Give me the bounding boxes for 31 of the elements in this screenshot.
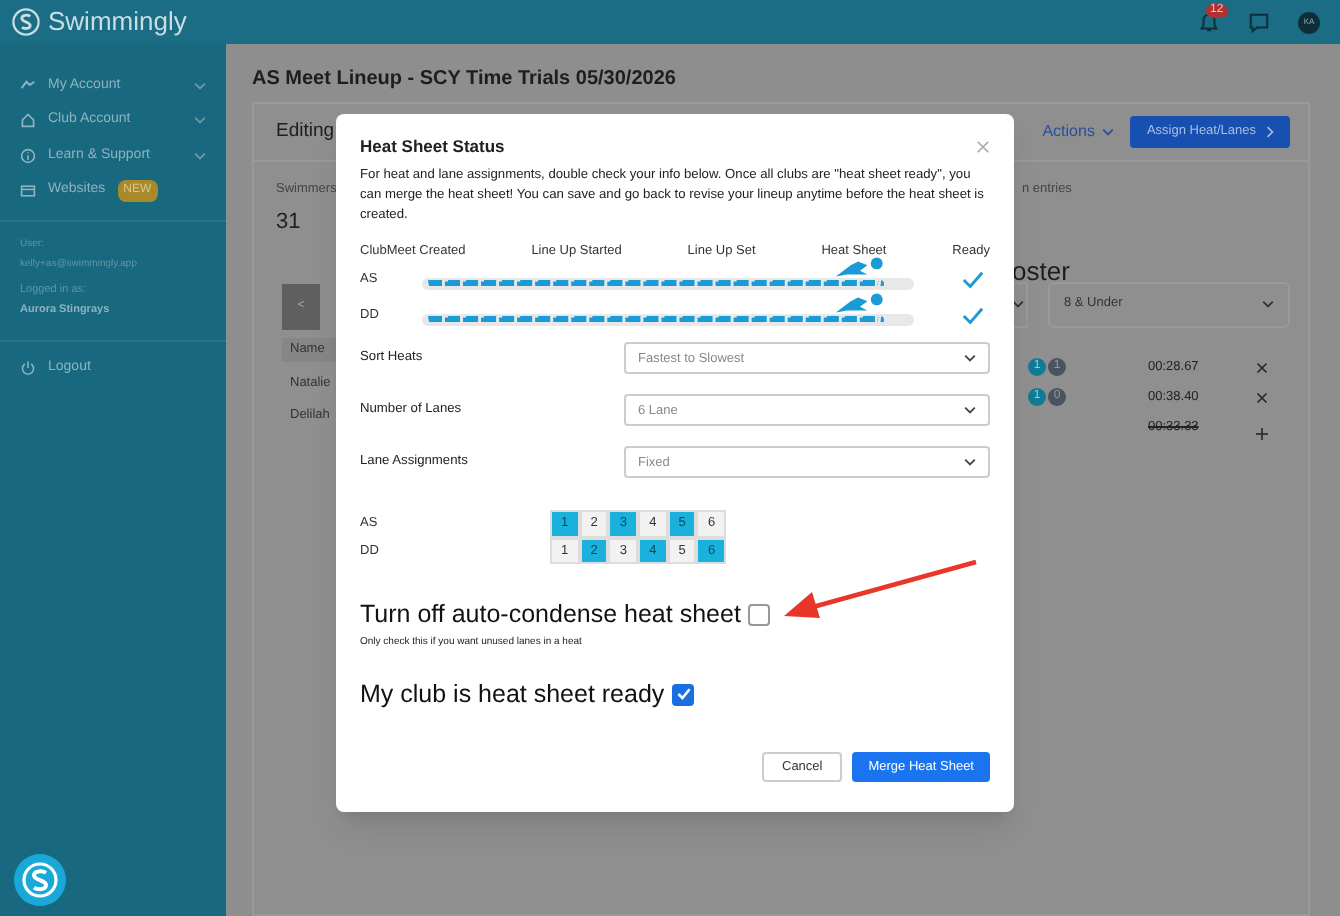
logo-icon <box>12 8 40 36</box>
page-title: AS Meet Lineup - SCY Time Trials 05/30/2026 <box>252 66 678 92</box>
home-icon <box>20 112 36 129</box>
roster-title: oster <box>1012 257 1072 286</box>
help-launcher-icon[interactable] <box>14 854 66 906</box>
chevron-down-icon <box>964 406 976 415</box>
close-icon[interactable] <box>1256 391 1268 404</box>
browser-icon <box>20 183 36 198</box>
logo-text: Swimmingly <box>48 4 187 41</box>
dialog-title: Heat Sheet Status <box>360 134 505 160</box>
bell-icon[interactable] <box>1198 11 1220 33</box>
chevron-down-icon <box>194 116 206 125</box>
swimmers-count: 31 <box>276 207 303 238</box>
chevron-down-icon <box>194 81 206 90</box>
chevron-down-icon <box>1262 300 1274 309</box>
chevron-right-icon <box>1266 126 1274 138</box>
chevron-down-icon <box>964 354 976 363</box>
close-icon[interactable] <box>1256 361 1268 374</box>
power-icon <box>20 359 36 376</box>
actions-menu[interactable]: Actions <box>1042 120 1115 144</box>
checkbox[interactable] <box>748 604 771 627</box>
plus-icon[interactable] <box>1256 427 1268 440</box>
info-icon <box>20 147 36 164</box>
checkbox[interactable] <box>672 683 695 706</box>
chevron-down-icon <box>1102 128 1115 136</box>
card-title: Editing <box>276 117 335 146</box>
option-label: My club is heat sheet ready <box>360 677 665 712</box>
chat-icon[interactable] <box>1248 11 1270 33</box>
option-label: Turn off auto-condense heat sheet <box>360 598 741 633</box>
chevron-down-icon <box>194 151 206 160</box>
chevron-down-icon <box>964 458 976 467</box>
